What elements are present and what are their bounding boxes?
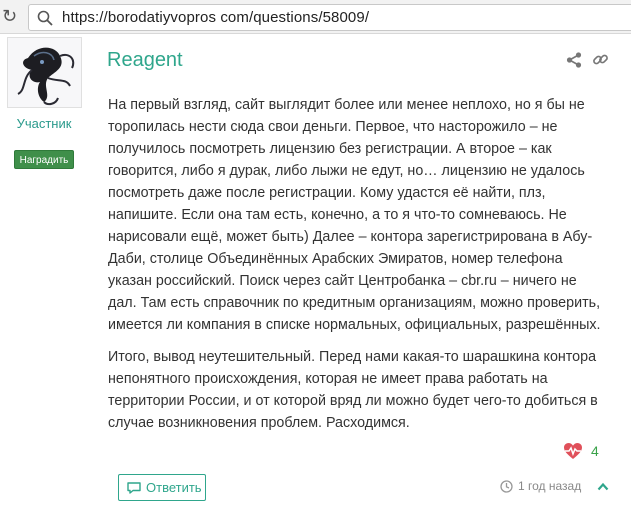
reply-label: Ответить (146, 480, 202, 495)
reload-icon[interactable]: ↻ (2, 6, 20, 28)
avatar-image (8, 38, 81, 107)
post-body: На первый взгляд, сайт выглядит более ил… (108, 94, 608, 444)
link-icon[interactable] (592, 51, 609, 68)
url-text: https://borodatiyvopros com/questions/58… (62, 9, 370, 26)
likes-count: 4 (591, 443, 599, 459)
address-bar[interactable]: https://borodatiyvopros com/questions/58… (28, 4, 631, 31)
user-role: Участник (16, 116, 72, 131)
clock-icon (500, 480, 513, 493)
post-paragraph: На первый взгляд, сайт выглядит более ил… (108, 97, 601, 333)
search-icon (37, 10, 53, 26)
chevron-up-icon[interactable] (597, 482, 609, 491)
comment-icon (127, 482, 141, 494)
browser-toolbar: ↻ https://borodatiyvopros com/questions/… (0, 0, 631, 34)
author-name[interactable]: Reagent (107, 49, 183, 72)
avatar[interactable] (7, 37, 82, 108)
reply-button[interactable]: Ответить (118, 474, 206, 501)
reward-button[interactable]: Наградить (14, 150, 74, 169)
share-icon[interactable] (566, 52, 582, 68)
post-paragraph: Итого, вывод неутешительный. Перед нами … (108, 349, 598, 431)
heartbeat-icon[interactable] (563, 442, 583, 460)
time-ago: 1 год назад (518, 479, 582, 493)
